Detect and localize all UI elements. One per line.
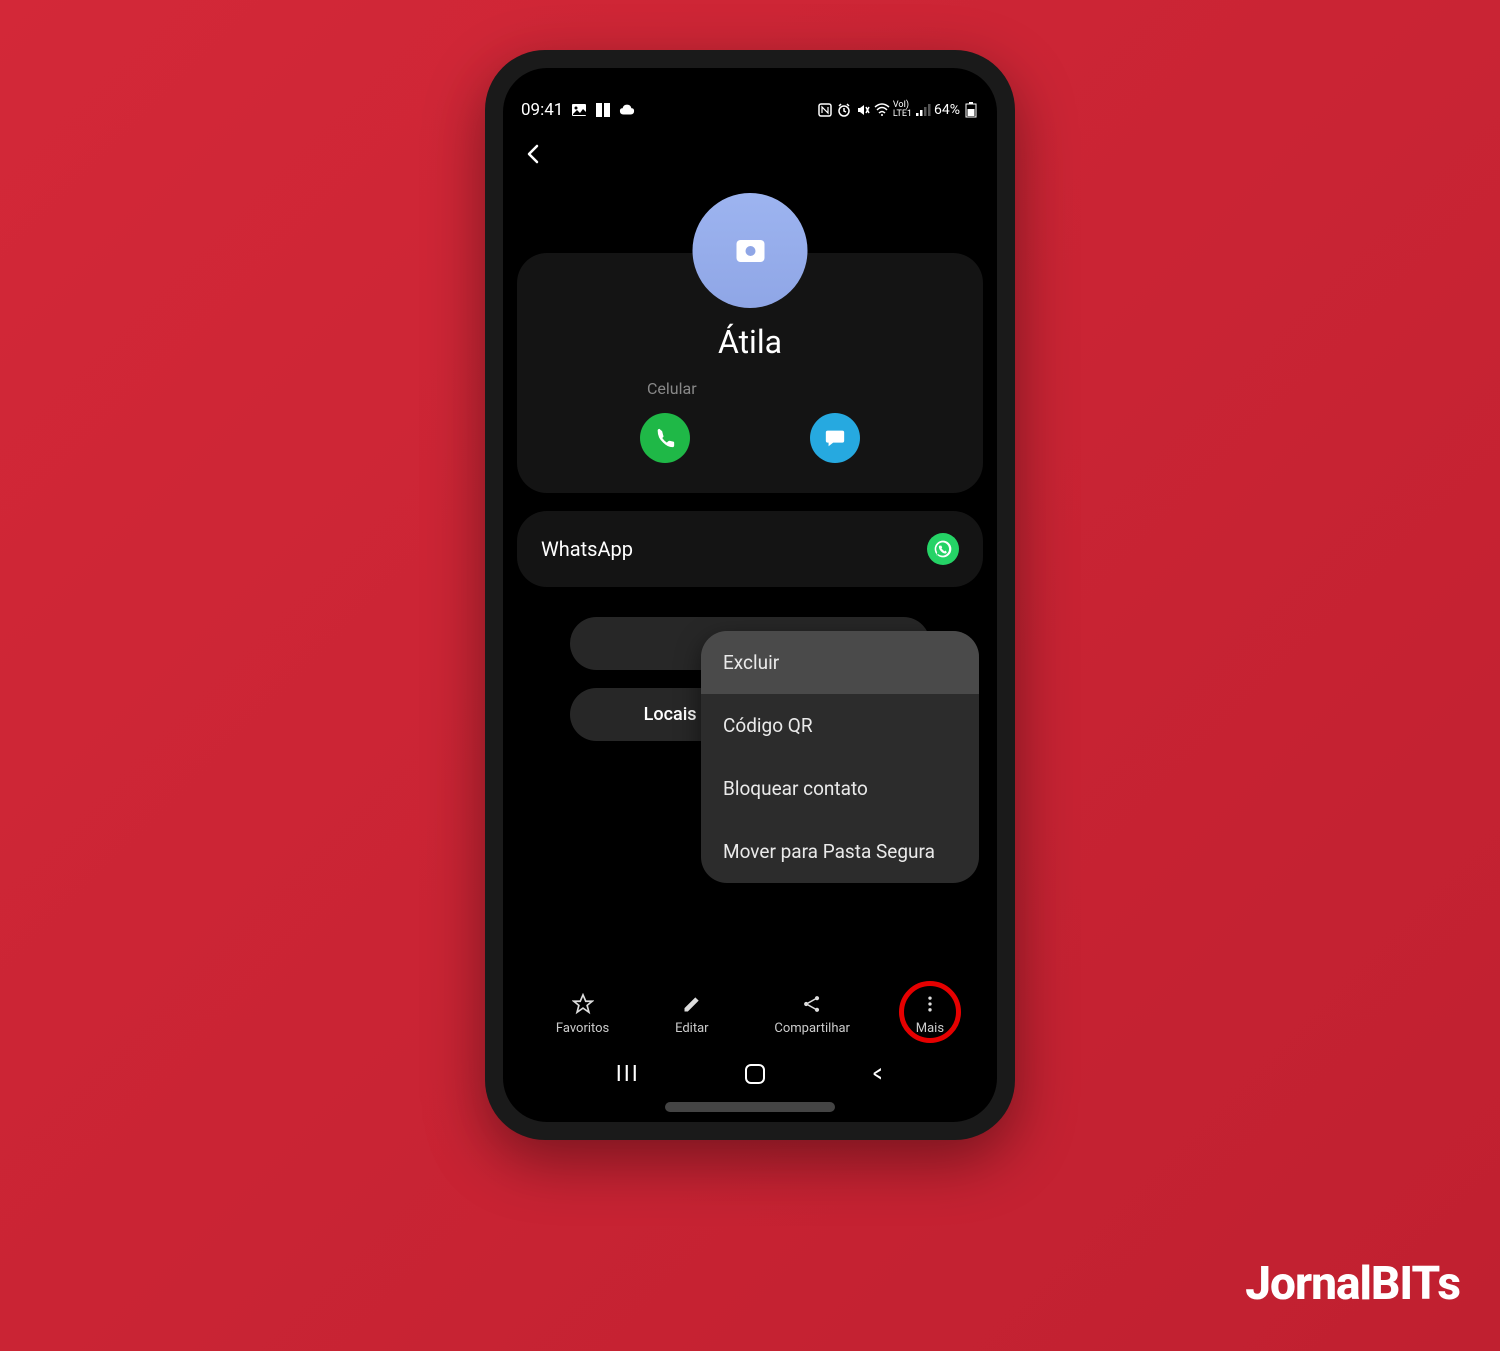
nav-recent-button[interactable]: III [616, 1062, 640, 1087]
header-row [503, 130, 997, 173]
image-icon [571, 102, 587, 118]
message-button[interactable] [810, 413, 860, 463]
bottom-action-bar: Favoritos Editar Compartilhar Mais [503, 983, 997, 1044]
cloud-icon [619, 102, 635, 118]
status-right: VoI)LTE1 64% [817, 101, 979, 119]
home-indicator [665, 1102, 835, 1112]
share-label: Compartilhar [774, 1021, 850, 1036]
battery-icon [963, 102, 979, 118]
call-button[interactable] [640, 413, 690, 463]
pencil-icon [681, 993, 703, 1015]
phone-type-label: Celular [537, 379, 963, 398]
menu-qr-code[interactable]: Código QR [701, 694, 979, 757]
mute-icon [855, 102, 871, 118]
alarm-icon [836, 102, 852, 118]
system-nav-bar: III < [503, 1044, 997, 1094]
edit-label: Editar [675, 1021, 709, 1036]
contact-profile-card: Átila Celular [517, 253, 983, 493]
whatsapp-label: WhatsApp [541, 537, 633, 561]
status-time: 09:41 [521, 100, 563, 120]
phone-icon [654, 427, 676, 449]
share-icon [801, 993, 823, 1015]
content-area: Átila Celular WhatsApp Histór [503, 173, 997, 983]
signal-icon [915, 102, 931, 118]
more-options-menu: Excluir Código QR Bloquear contato Mover… [701, 631, 979, 883]
star-icon [572, 993, 594, 1015]
menu-block-contact[interactable]: Bloquear contato [701, 757, 979, 820]
back-button[interactable] [521, 140, 545, 173]
more-button[interactable]: Mais [916, 993, 944, 1036]
menu-move-secure-folder[interactable]: Mover para Pasta Segura [701, 820, 979, 883]
favorites-label: Favoritos [556, 1021, 609, 1036]
app-indicator-icon [595, 102, 611, 118]
nfc-icon [817, 102, 833, 118]
phone-screen: 09:41 [503, 68, 997, 1122]
status-left: 09:41 [521, 100, 635, 120]
contact-name: Átila [537, 323, 963, 361]
battery-percentage: 64% [934, 102, 960, 118]
status-bar: 09:41 [503, 90, 997, 130]
phone-frame: 09:41 [485, 50, 1015, 1140]
contact-avatar[interactable] [693, 193, 808, 308]
whatsapp-card[interactable]: WhatsApp [517, 511, 983, 587]
highlight-circle [899, 981, 961, 1043]
edit-button[interactable]: Editar [675, 993, 709, 1036]
contact-actions [537, 413, 963, 463]
share-button[interactable]: Compartilhar [774, 993, 850, 1036]
camera-icon [736, 240, 764, 262]
nav-home-button[interactable] [745, 1064, 765, 1084]
wifi-icon [874, 102, 890, 118]
nav-back-button[interactable]: < [873, 1059, 882, 1089]
whatsapp-icon [927, 533, 959, 565]
watermark-logo: JornalBITs [1245, 1257, 1460, 1311]
menu-delete[interactable]: Excluir [701, 631, 979, 694]
favorites-button[interactable]: Favoritos [556, 993, 609, 1036]
network-label: VoI)LTE1 [893, 101, 912, 119]
chat-icon [824, 427, 846, 449]
